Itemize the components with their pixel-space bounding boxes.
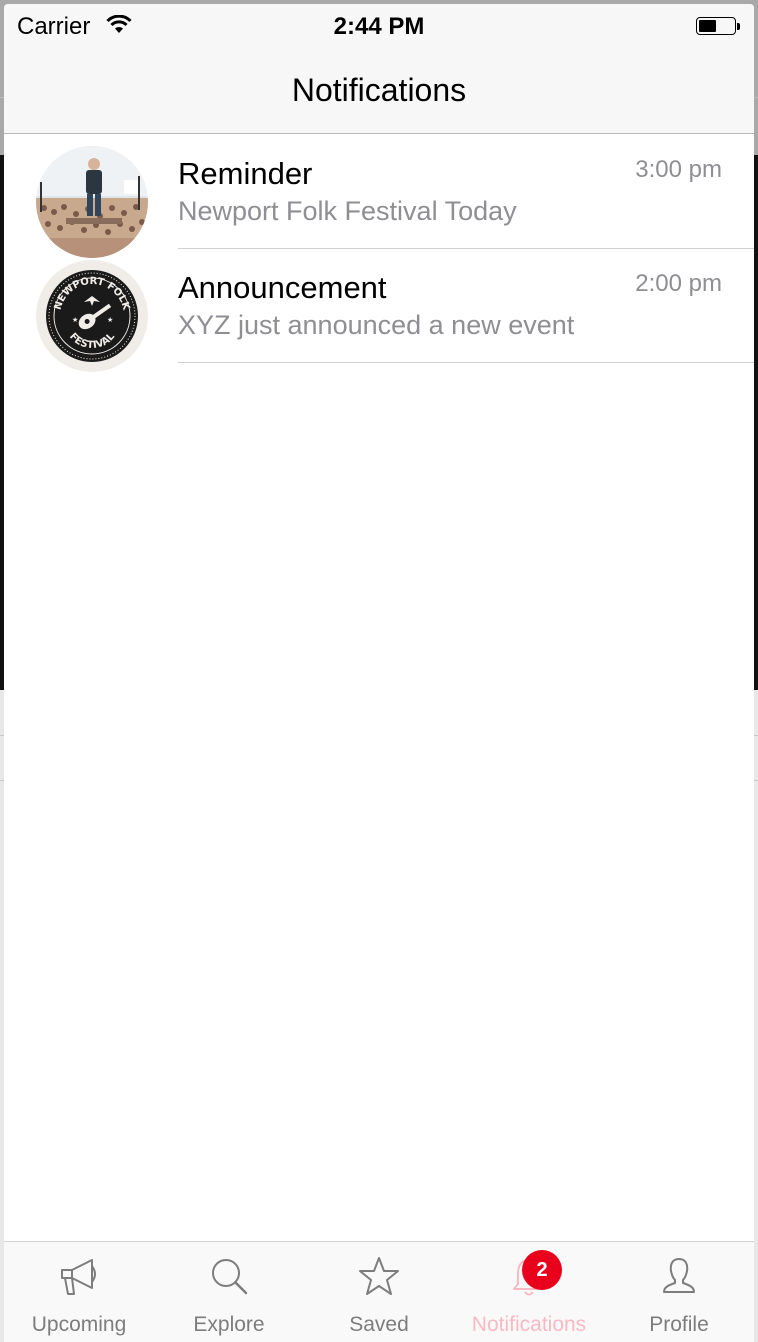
megaphone-icon [61,1259,96,1295]
notification-row-reminder[interactable]: Reminder Newport Folk Festival Today 3:0… [4,134,754,258]
concert-photo-avatar [36,146,148,258]
battery-icon [696,17,740,37]
tab-label: Explore [193,1313,265,1336]
status-bar: Carrier 2:44 PM [4,4,754,48]
notification-time: 2:00 pm [635,270,722,297]
tab-label: Notifications [471,1313,587,1336]
tab-explore[interactable]: Explore [154,1242,304,1342]
star-icon [359,1257,399,1295]
notification-content: Announcement XYZ just announced a new ev… [178,248,754,363]
newport-folk-festival-logo: NEWPORT FOLK FESTIVAL ★ ★ [36,260,148,372]
notification-subtitle: XYZ just announced a new event [178,310,575,340]
notification-time: 3:00 pm [635,156,722,183]
tab-label: Saved [349,1313,409,1336]
battery-level-fill [699,20,716,32]
tab-upcoming[interactable]: Upcoming [4,1242,154,1342]
tab-saved[interactable]: Saved [304,1242,454,1342]
notifications-sheet: Carrier 2:44 PM Notifications Reminder N… [4,4,754,1342]
notification-count-badge: 2 [522,1250,562,1290]
status-time: 2:44 PM [333,13,425,40]
notification-subtitle: Newport Folk Festival Today [178,196,517,226]
notification-title: Reminder [178,156,313,191]
search-icon [212,1259,248,1295]
notification-list: Reminder Newport Folk Festival Today 3:0… [4,134,754,372]
notification-row-announcement[interactable]: NEWPORT FOLK FESTIVAL ★ ★ Announcement X… [4,248,754,372]
profile-icon [663,1258,695,1293]
tab-profile[interactable]: Profile [604,1242,754,1342]
page-title: Notifications [291,72,467,108]
navigation-bar: Notifications [4,48,754,134]
notification-title: Announcement [178,270,387,305]
tab-label: Profile [649,1313,709,1336]
svg-text:★: ★ [72,316,78,324]
notification-content: Reminder Newport Folk Festival Today 3:0… [178,134,754,249]
tab-bar: Upcoming Explore Saved Notifications Pro… [4,1241,754,1342]
tab-label: Upcoming [31,1313,127,1336]
svg-text:★: ★ [107,316,113,324]
